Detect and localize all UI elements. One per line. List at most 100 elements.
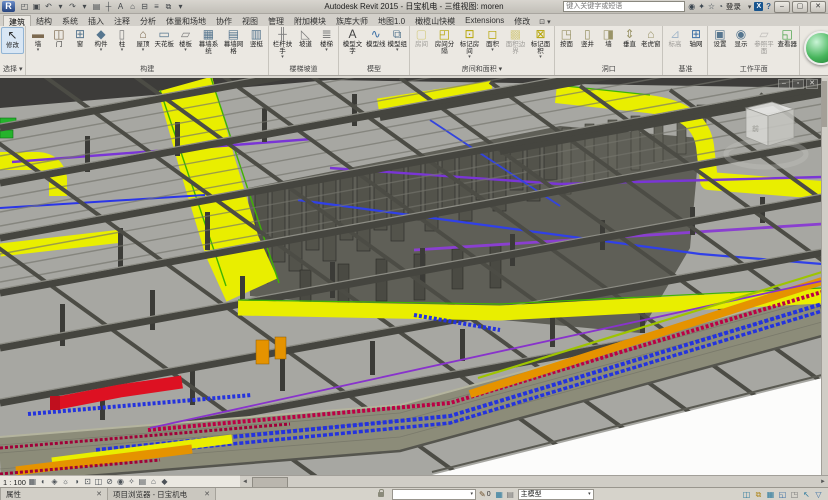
save-icon[interactable]: ▣ [31,1,42,13]
model-text-button[interactable]: A模型文字 [340,27,365,59]
tab-systems[interactable]: 系统 [57,15,83,26]
modify-tool-button[interactable]: ↖修改 [1,27,24,54]
railing-button-dropdown-icon[interactable]: ▾ [281,55,284,59]
project-browser-tab[interactable]: 项目浏览器 - 日宝机电✕ [108,488,216,500]
redo-dropdown-icon[interactable]: ▾ [79,1,90,13]
view-window-restore-button[interactable]: ▫ [792,79,804,89]
active-workset-dropdown[interactable] [392,489,476,500]
view-window-close-button[interactable]: ✕ [806,79,818,89]
switch-windows-icon[interactable]: ⧉ [163,1,174,13]
exchange-apps-icon[interactable]: X [754,2,763,11]
tab-collaborate[interactable]: 协作 [211,15,237,26]
tab-annotate[interactable]: 注释 [109,15,135,26]
room-separator-button[interactable]: ◰房间分隔 [432,27,457,59]
section-icon[interactable]: ⊟ [139,1,150,13]
railing-button[interactable]: ╫栏杆扶手▾ [270,27,295,59]
sign-in-dropdown-icon[interactable]: ▾ [748,3,752,11]
component-button-dropdown-icon[interactable]: ▾ [100,48,103,52]
tab-extensions[interactable]: Extensions [460,15,509,26]
set-work-plane-button[interactable]: ▣设置 [709,27,730,52]
select-pinned-toggle-icon[interactable]: ◱ [777,489,788,500]
scale-button[interactable]: 1 : 100 [3,478,26,487]
worksharing-monitor-icon[interactable]: ◫ [741,489,752,500]
open-icon[interactable]: ◰ [19,1,30,13]
tab-view[interactable]: 视图 [237,15,263,26]
opening-by-face-button[interactable]: ◳按面 [556,27,577,52]
vertical-opening-button[interactable]: ⇕垂直 [619,27,640,52]
infocenter-search-input[interactable] [563,1,685,12]
select-links-toggle-icon[interactable]: ⧉ [753,489,764,500]
properties-panel-tab[interactable]: 属性✕ [0,488,108,500]
wall-button[interactable]: ▬墙▾ [27,27,48,52]
modify-selection-flyout-icon[interactable]: ⊡ ▾ [539,18,550,26]
undo-icon[interactable]: ↶ [43,1,54,13]
stair-button-dropdown-icon[interactable]: ▾ [325,48,328,52]
tag-room-button-dropdown-icon[interactable]: ▾ [468,55,471,59]
model-line-button[interactable]: ∿模型线 [365,27,387,52]
tab-map10[interactable]: 地图1.0 [373,15,410,26]
customize-qat-icon[interactable]: ▾ [175,1,186,13]
properties-panel-tab-close-icon[interactable]: ✕ [96,490,102,498]
viewer-button[interactable]: ◱查看器 [776,27,798,52]
select-by-face-toggle-icon[interactable]: ◳ [789,489,800,500]
tab-insert[interactable]: 插入 [83,15,109,26]
roof-button-dropdown-icon[interactable]: ▾ [142,48,145,52]
tag-area-button[interactable]: ⊠标记面积▾ [528,27,553,59]
app-button-revit-logo[interactable]: R [2,1,15,12]
help-icon[interactable]: ? [766,2,771,11]
vertical-scrollbar[interactable] [821,78,828,475]
tab-structure[interactable]: 结构 [31,15,57,26]
measure-icon[interactable]: ┼ [103,1,114,13]
curtain-system-button[interactable]: ▦幕墙系统 [196,27,221,59]
area-button-dropdown-icon[interactable]: ▾ [491,48,494,52]
ceiling-button[interactable]: ▭天花板 [153,27,175,52]
editable-only-toggle-icon[interactable]: ▦ [494,489,505,500]
minimize-button[interactable]: – [774,1,790,13]
mullion-button[interactable]: ▥竖梃 [246,27,267,52]
shaft-button[interactable]: ▯竖井 [577,27,598,52]
window-button[interactable]: ⊞窗 [69,27,90,52]
dormer-button[interactable]: ⌂老虎窗 [640,27,662,52]
sign-in-button[interactable]: 登录 [726,1,741,12]
wall-button-dropdown-icon[interactable]: ▾ [37,48,40,52]
thin-lines-icon[interactable]: ≡ [151,1,162,13]
text-icon[interactable]: A [115,1,126,13]
drawing-area[interactable]: 前 ‒▫✕ 1 : 100 ▦◐◈☼◑⊡◫⊘◉✧▤⌂◆ ◄ ► [0,78,828,488]
subscription-key-icon[interactable]: ✦ [698,2,705,11]
tab-analyze[interactable]: 分析 [135,15,161,26]
ramp-button[interactable]: ◺坡道 [295,27,316,52]
model-group-button[interactable]: ⧉模型组▾ [386,27,408,52]
select-underlay-toggle-icon[interactable]: ▦ [765,489,776,500]
selection-filter-icon[interactable]: ▽ [813,489,824,500]
search-icon[interactable]: ◉ [688,2,695,11]
grid-button[interactable]: ⊞轴网 [685,27,706,52]
sign-in-user-icon[interactable]: ◔ [718,2,723,11]
scroll-left-icon[interactable]: ◄ [242,479,248,486]
undo-dropdown-icon[interactable]: ▾ [55,1,66,13]
show-work-plane-button[interactable]: ◉显示 [730,27,751,52]
tab-architecture[interactable]: 建筑 [3,15,31,26]
tag-room-button[interactable]: ⊡标记房间▾ [457,27,482,59]
scroll-right-icon[interactable]: ► [820,479,826,486]
vertical-scrollbar-thumb[interactable] [822,81,827,127]
maximize-button[interactable]: ▢ [792,1,808,13]
design-option-dropdown[interactable]: 主模型 [518,489,594,500]
wall-opening-button[interactable]: ◨墙 [598,27,619,52]
close-button[interactable]: ✕ [810,1,826,13]
area-button[interactable]: ◻面积▾ [482,27,503,52]
curtain-grid-button[interactable]: ▤幕墙网格 [221,27,246,59]
column-button[interactable]: ▯柱▾ [111,27,132,52]
favorites-star-icon[interactable]: ☆ [708,2,715,11]
column-button-dropdown-icon[interactable]: ▾ [121,48,124,52]
green-sphere-plugin-button[interactable] [804,31,828,65]
component-button[interactable]: ◆构件▾ [90,27,111,52]
print-icon[interactable]: ▤ [91,1,102,13]
tab-manage[interactable]: 管理 [263,15,289,26]
drag-on-selection-toggle-icon[interactable]: ↖ [801,489,812,500]
tab-addins[interactable]: 附加模块 [289,15,331,26]
floor-button-dropdown-icon[interactable]: ▾ [184,48,187,52]
roof-button[interactable]: ⌂屋顶▾ [132,27,153,52]
stair-button[interactable]: ≣楼梯▾ [316,27,337,52]
tab-gls-quick-model[interactable]: 橄榄山快模 [410,15,460,26]
tab-family-library-master[interactable]: 族库大师 [331,15,373,26]
